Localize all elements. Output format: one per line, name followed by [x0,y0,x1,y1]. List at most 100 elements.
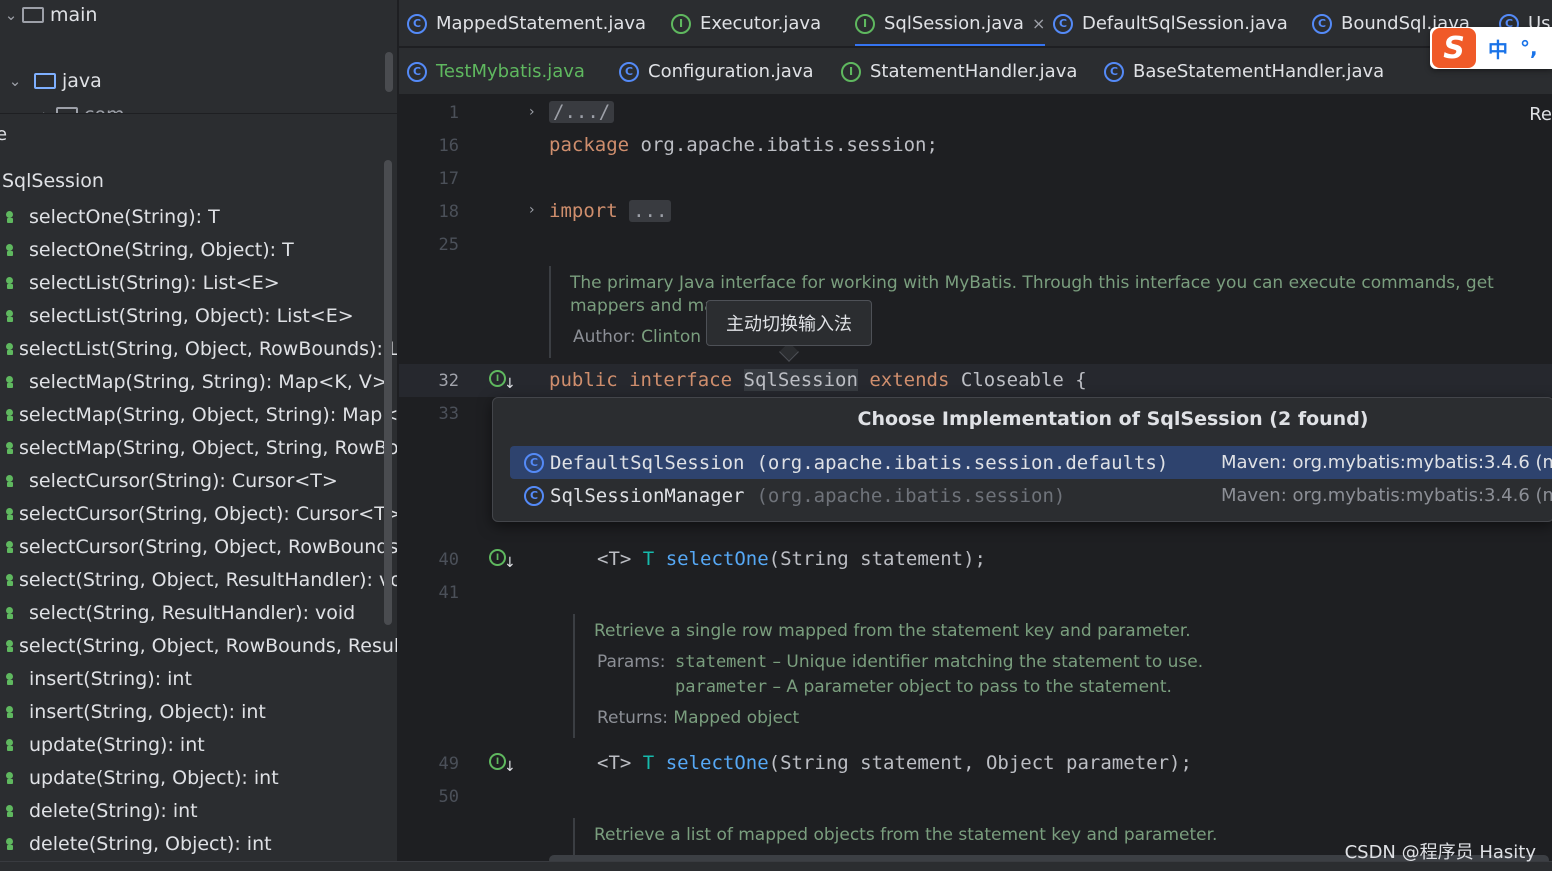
method-label: insert(String): int [29,667,192,690]
popup-title: Choose Implementation of SqlSession (2 f… [857,408,1369,430]
structure-method-item[interactable]: selectList(String, Object): List<E> [0,299,397,332]
method-label: select(String, Object, RowBounds, Result [19,634,398,657]
keyword-package: package [549,134,630,156]
method-name[interactable]: selectOne [666,752,769,774]
doc-text: Retrieve a single row mapped from the st… [594,621,1191,641]
method-label: select(String, Object, ResultHandler): v… [19,568,398,591]
chevron-down-icon[interactable]: ⌄ [4,72,26,90]
fold-expand-icon[interactable]: › [529,104,535,120]
implementation-item[interactable]: C DefaultSqlSession (org.apache.ibatis.s… [510,446,1552,479]
structure-method-item[interactable]: delete(String, Object): int [0,827,397,860]
tree-item-com[interactable]: › com [34,98,125,114]
structure-method-item[interactable]: select(String, Object, ResultHandler): v… [0,563,398,596]
structure-method-item[interactable]: delete(String): int [0,794,397,827]
class-icon: C [1104,61,1124,82]
right-edge-text: Re [1529,104,1552,125]
editor-tab[interactable]: C Configuration.java [619,48,814,94]
package-name: org.apache.ibatis.session; [629,134,938,156]
extends-type: Closeable { [960,369,1087,391]
method-icon [6,672,16,685]
structure-method-item[interactable]: selectMap(String, String): Map<K, V> [0,365,397,398]
editor-tab[interactable]: I Executor.java [671,0,822,46]
implemented-by-icon[interactable]: I ↓ [489,753,516,775]
ime-toolbar[interactable]: S 中 °, [1430,27,1552,69]
doc-params-label: Params: [597,652,666,672]
structure-method-item[interactable]: selectCursor(String): Cursor<T> [0,464,397,497]
method-label: select(String, ResultHandler): void [29,601,356,624]
tree-item-label: com [84,104,125,114]
structure-method-item[interactable]: selectCursor(String, Object, RowBounds) [0,530,398,563]
structure-method-item[interactable]: selectList(String): List<E> [0,266,397,299]
tree-item-label: java [62,69,102,92]
folded-imports[interactable]: ... [629,200,672,222]
class-icon: C [407,13,427,34]
doc-param-desc: – A parameter object to pass to the stat… [767,677,1172,697]
structure-method-item[interactable]: select(String, Object, RowBounds, Result [0,629,398,662]
ime-tooltip: 主动切换输入法 [706,300,872,346]
structure-method-item[interactable]: insert(String, Object): int [0,695,397,728]
structure-method-item[interactable]: selectOne(String): T [0,200,397,233]
method-icon [6,606,16,619]
implemented-by-icon[interactable]: I ↓ [489,549,516,571]
chevron-right-icon[interactable]: › [34,106,56,114]
project-tree: ⌄ main ⌄ java › com [0,0,397,114]
editor-tab[interactable]: C BaseStatementHandler.java [1104,48,1384,94]
class-icon: C [1312,13,1332,34]
tab-label: Executor.java [700,13,822,34]
method-label: selectOne(String): T [29,205,220,228]
code-line-18: import ... [549,200,672,222]
close-icon[interactable]: × [1032,14,1045,33]
structure-method-item[interactable]: insert(String): int [0,662,397,695]
structure-method-item[interactable]: update(String, Object): int [0,761,397,794]
method-label: selectMap(String, Object, String): Map<K [19,403,398,426]
method-icon [6,705,16,718]
structure-method-item[interactable]: selectOne(String, Object): T [0,233,397,266]
method-label: selectCursor(String, Object, RowBounds) [19,535,398,558]
ime-punct-toggle[interactable]: °, [1520,36,1538,60]
keyword-interface: interface [629,369,733,391]
type-param: <T> [597,752,632,774]
keyword-extends: extends [869,369,950,391]
method-name[interactable]: selectOne [666,548,769,570]
folded-comment[interactable]: /.../ [549,101,615,123]
interface-name[interactable]: SqlSession [743,369,858,391]
implementation-item[interactable]: C SqlSessionManager (org.apache.ibatis.s… [510,479,1552,512]
structure-method-item[interactable]: selectMap(String, Object, String): Map<K [0,398,398,431]
editor-tab[interactable]: C TestMybatis.java [407,48,585,94]
structure-root[interactable]: SqlSession [2,170,104,192]
editor-tab[interactable]: C MappedStatement.java [407,0,646,46]
implemented-by-icon[interactable]: I ↓ [489,370,516,392]
sogou-logo-icon[interactable]: S [1432,28,1476,68]
interface-icon: I [855,13,875,34]
method-label: selectCursor(String, Object): Cursor<T> [19,502,398,525]
tree-item-java[interactable]: ⌄ java [4,64,102,97]
method-icon [6,837,16,850]
editor-tab[interactable]: C DefaultSqlSession.java [1053,0,1288,46]
structure-method-item[interactable]: selectList(String, Object, RowBounds): L… [0,332,397,365]
structure-method-item[interactable]: update(String): int [0,728,397,761]
structure-method-item[interactable]: select(String, ResultHandler): void [0,596,397,629]
doc-text: Retrieve a list of mapped objects from t… [594,825,1218,845]
line-number: 16 [438,136,459,156]
doc-comment-selectlist: Retrieve a list of mapped objects from t… [594,824,1217,847]
structure-scrollbar[interactable] [384,160,392,625]
method-label: update(String): int [29,733,205,756]
tree-item-main[interactable]: ⌄ main [0,0,98,31]
folder-icon [34,72,56,89]
line-number: 18 [438,202,459,222]
method-label: selectMap(String, Object, String, RowBou [19,436,398,459]
fold-expand-icon[interactable]: › [529,202,535,218]
doc-param-name: parameter [675,677,768,697]
class-icon: C [524,485,544,506]
class-icon: C [619,61,639,82]
line-number: 33 [438,404,459,424]
structure-method-item[interactable]: selectMap(String, Object, String, RowBou [0,431,398,464]
method-label: update(String, Object): int [29,766,279,789]
line-number: 17 [438,169,459,189]
editor-tab[interactable]: I StatementHandler.java [841,48,1077,94]
implementation-package: (org.apache.ibatis.session.defaults) [756,451,1169,474]
tree-scrollbar[interactable] [385,52,393,92]
ime-mode-toggle[interactable]: 中 [1488,34,1508,63]
editor-tab[interactable]: I SqlSession.java × [855,0,1046,46]
structure-method-item[interactable]: selectCursor(String, Object): Cursor<T> [0,497,398,530]
